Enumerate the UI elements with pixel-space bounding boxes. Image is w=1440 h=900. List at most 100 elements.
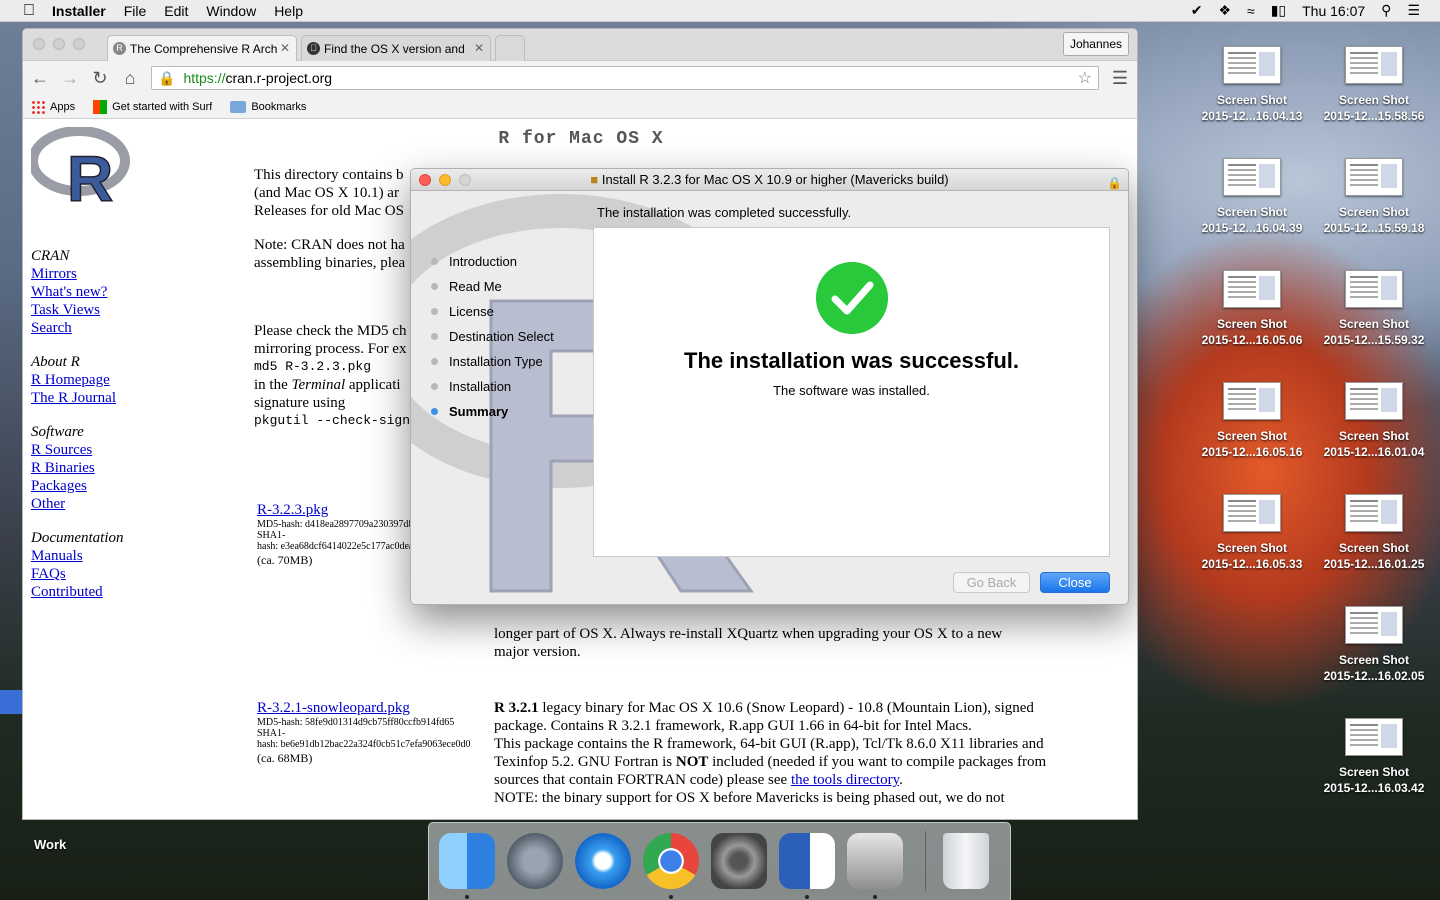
menu-help[interactable]: Help — [274, 3, 303, 19]
link-packages[interactable]: Packages — [31, 477, 181, 495]
desktop-screenshot-icon[interactable]: Screen Shot 2015-12...16.04.39 — [1192, 158, 1312, 236]
chrome-icon[interactable] — [643, 833, 699, 889]
desc-text: . — [899, 772, 903, 788]
desktop-screenshot-icon[interactable]: Screen Shot 2015-12...16.05.33 — [1192, 494, 1312, 572]
desktop-screenshot-icon[interactable]: Screen Shot 2015-12...15.58.56 — [1314, 46, 1434, 124]
bookmark-apps[interactable]: Apps — [31, 99, 75, 114]
system-preferences-icon[interactable] — [711, 833, 767, 889]
link-contributed[interactable]: Contributed — [31, 583, 181, 601]
icon-name: Screen Shot — [1216, 93, 1288, 107]
bookmark-get-started[interactable]: Get started with Surf — [93, 99, 212, 114]
menu-bar:  Installer File Edit Window Help ✔ ❖ ≈ … — [0, 0, 1440, 22]
address-bar[interactable]: 🔒 https:// cran.r-project.org ☆ — [151, 66, 1099, 90]
link-task-views[interactable]: Task Views — [31, 301, 181, 319]
tab-close-icon[interactable]: ✕ — [280, 41, 290, 55]
installer-minimize-button[interactable] — [439, 174, 451, 186]
package-r-3-2-1-snowleopard: R-3.2.1-snowleopard.pkg MD5-hash: 58fe9d… — [257, 699, 471, 766]
bookmark-folder[interactable]: Bookmarks — [230, 100, 306, 113]
window-close-button[interactable] — [33, 38, 45, 50]
safari-icon[interactable] — [575, 833, 631, 889]
screenshot-thumbnail-icon — [1345, 718, 1403, 756]
desktop-screenshot-icon[interactable]: Screen Shot 2015-12...15.59.18 — [1314, 158, 1434, 236]
intro-paragraph: This directory contains b (and Mac OS X … — [254, 166, 404, 220]
go-back-button[interactable]: Go Back — [953, 572, 1030, 593]
home-icon[interactable]: ⌂ — [121, 68, 139, 89]
link-r-journal[interactable]: The R Journal — [31, 389, 181, 407]
desktop-work-folder-label[interactable]: Work — [34, 837, 66, 852]
xquartz-line: longer part of OS X. Always re-install X… — [494, 626, 1003, 642]
lock-icon: 🔒 — [1107, 176, 1122, 190]
screenshot-thumbnail-icon — [1345, 46, 1403, 84]
forward-arrow-icon[interactable]: → — [61, 68, 79, 89]
apps-grid-icon — [31, 99, 45, 114]
icon-date: 2015-12...15.58.56 — [1323, 109, 1425, 123]
tab-os-x-version[interactable]:  Find the OS X version and ✕ — [301, 35, 491, 61]
desktop-screenshot-icon[interactable]: Screen Shot 2015-12...16.01.04 — [1314, 382, 1434, 460]
link-r-3-2-1-snowleopard-pkg[interactable]: R-3.2.1-snowleopard.pkg — [257, 699, 471, 717]
battery-icon[interactable]: ▮▯ — [1271, 2, 1286, 19]
screenshot-thumbnail-icon — [1345, 270, 1403, 308]
url-scheme: https:// — [183, 70, 226, 86]
finder-icon[interactable] — [439, 833, 495, 889]
link-whats-new[interactable]: What's new? — [31, 283, 181, 301]
wifi-icon[interactable]: ≈ — [1247, 3, 1255, 19]
pkgutil-command: pkgutil --check-sign — [254, 413, 411, 428]
desktop-screenshot-icon[interactable]: Screen Shot 2015-12...16.03.42 — [1314, 718, 1434, 796]
desktop-screenshot-icon[interactable]: Screen Shot 2015-12...16.04.13 — [1192, 46, 1312, 124]
desktop-screenshot-icon[interactable]: Screen Shot 2015-12...16.05.06 — [1192, 270, 1312, 348]
background-window-edge — [0, 690, 22, 714]
dropbox-icon[interactable]: ❖ — [1218, 2, 1231, 19]
apple-menu-icon[interactable]:  — [20, 2, 38, 20]
menu-edit[interactable]: Edit — [164, 3, 188, 19]
link-r-homepage[interactable]: R Homepage — [31, 371, 181, 389]
spotlight-search-icon[interactable]: ⚲ — [1381, 2, 1391, 19]
reload-icon[interactable]: ↻ — [91, 68, 109, 89]
installer-close-button[interactable] — [419, 174, 431, 186]
close-button[interactable]: Close — [1040, 572, 1110, 593]
notification-center-icon[interactable]: ☰ — [1407, 2, 1420, 19]
desktop-screenshot-icon[interactable]: Screen Shot 2015-12...15.59.32 — [1314, 270, 1434, 348]
desktop-screenshot-icon[interactable]: Screen Shot 2015-12...16.05.16 — [1192, 382, 1312, 460]
word-icon[interactable] — [779, 833, 835, 889]
menu-file[interactable]: File — [124, 3, 147, 19]
menu-window[interactable]: Window — [206, 3, 256, 19]
desktop-screenshot-icon[interactable]: Screen Shot 2015-12...16.02.05 — [1314, 606, 1434, 684]
window-minimize-button[interactable] — [53, 38, 65, 50]
downloads-icon[interactable] — [847, 833, 903, 889]
md5-line: signature using — [254, 395, 346, 411]
link-r-binaries[interactable]: R Binaries — [31, 459, 181, 477]
installer-zoom-button[interactable] — [459, 174, 471, 186]
icon-date: 2015-12...16.01.25 — [1323, 557, 1425, 571]
link-other[interactable]: Other — [31, 495, 181, 513]
menu-app-name[interactable]: Installer — [52, 3, 106, 19]
new-tab-button[interactable] — [495, 35, 525, 61]
tab-cran[interactable]: R The Comprehensive R Arch ✕ — [107, 35, 297, 61]
link-faqs[interactable]: FAQs — [31, 565, 181, 583]
dock — [428, 822, 1011, 900]
screenshot-thumbnail-icon — [1223, 494, 1281, 532]
step-installation-type: Installation Type — [431, 349, 554, 374]
bookmark-star-icon[interactable]: ☆ — [1078, 68, 1092, 88]
trash-icon[interactable] — [943, 833, 989, 889]
profile-button[interactable]: Johannes — [1062, 32, 1129, 56]
link-mirrors[interactable]: Mirrors — [31, 265, 181, 283]
link-search[interactable]: Search — [31, 319, 181, 337]
chrome-menu-icon[interactable]: ☰ — [1111, 68, 1129, 89]
terminal-word: Terminal — [291, 377, 346, 393]
tab-close-icon[interactable]: ✕ — [474, 41, 484, 55]
link-manuals[interactable]: Manuals — [31, 547, 181, 565]
launchpad-icon[interactable] — [507, 833, 563, 889]
md5-line: Please check the MD5 ch — [254, 323, 407, 339]
link-r-3-2-3-pkg[interactable]: R-3.2.3.pkg — [257, 501, 413, 519]
screenshot-thumbnail-icon — [1223, 46, 1281, 84]
menu-clock[interactable]: Thu 16:07 — [1302, 3, 1365, 19]
icon-name: Screen Shot — [1216, 429, 1288, 443]
desktop-screenshot-icon[interactable]: Screen Shot 2015-12...16.01.25 — [1314, 494, 1434, 572]
window-zoom-button[interactable] — [73, 38, 85, 50]
link-tools-directory[interactable]: the tools directory — [791, 772, 899, 788]
secure-lock-icon[interactable]: 🔒 — [158, 70, 175, 87]
back-arrow-icon[interactable]: ← — [31, 68, 49, 89]
checkmark-status-icon[interactable]: ✔ — [1191, 2, 1203, 19]
link-r-sources[interactable]: R Sources — [31, 441, 181, 459]
xquartz-line: major version. — [494, 644, 581, 660]
